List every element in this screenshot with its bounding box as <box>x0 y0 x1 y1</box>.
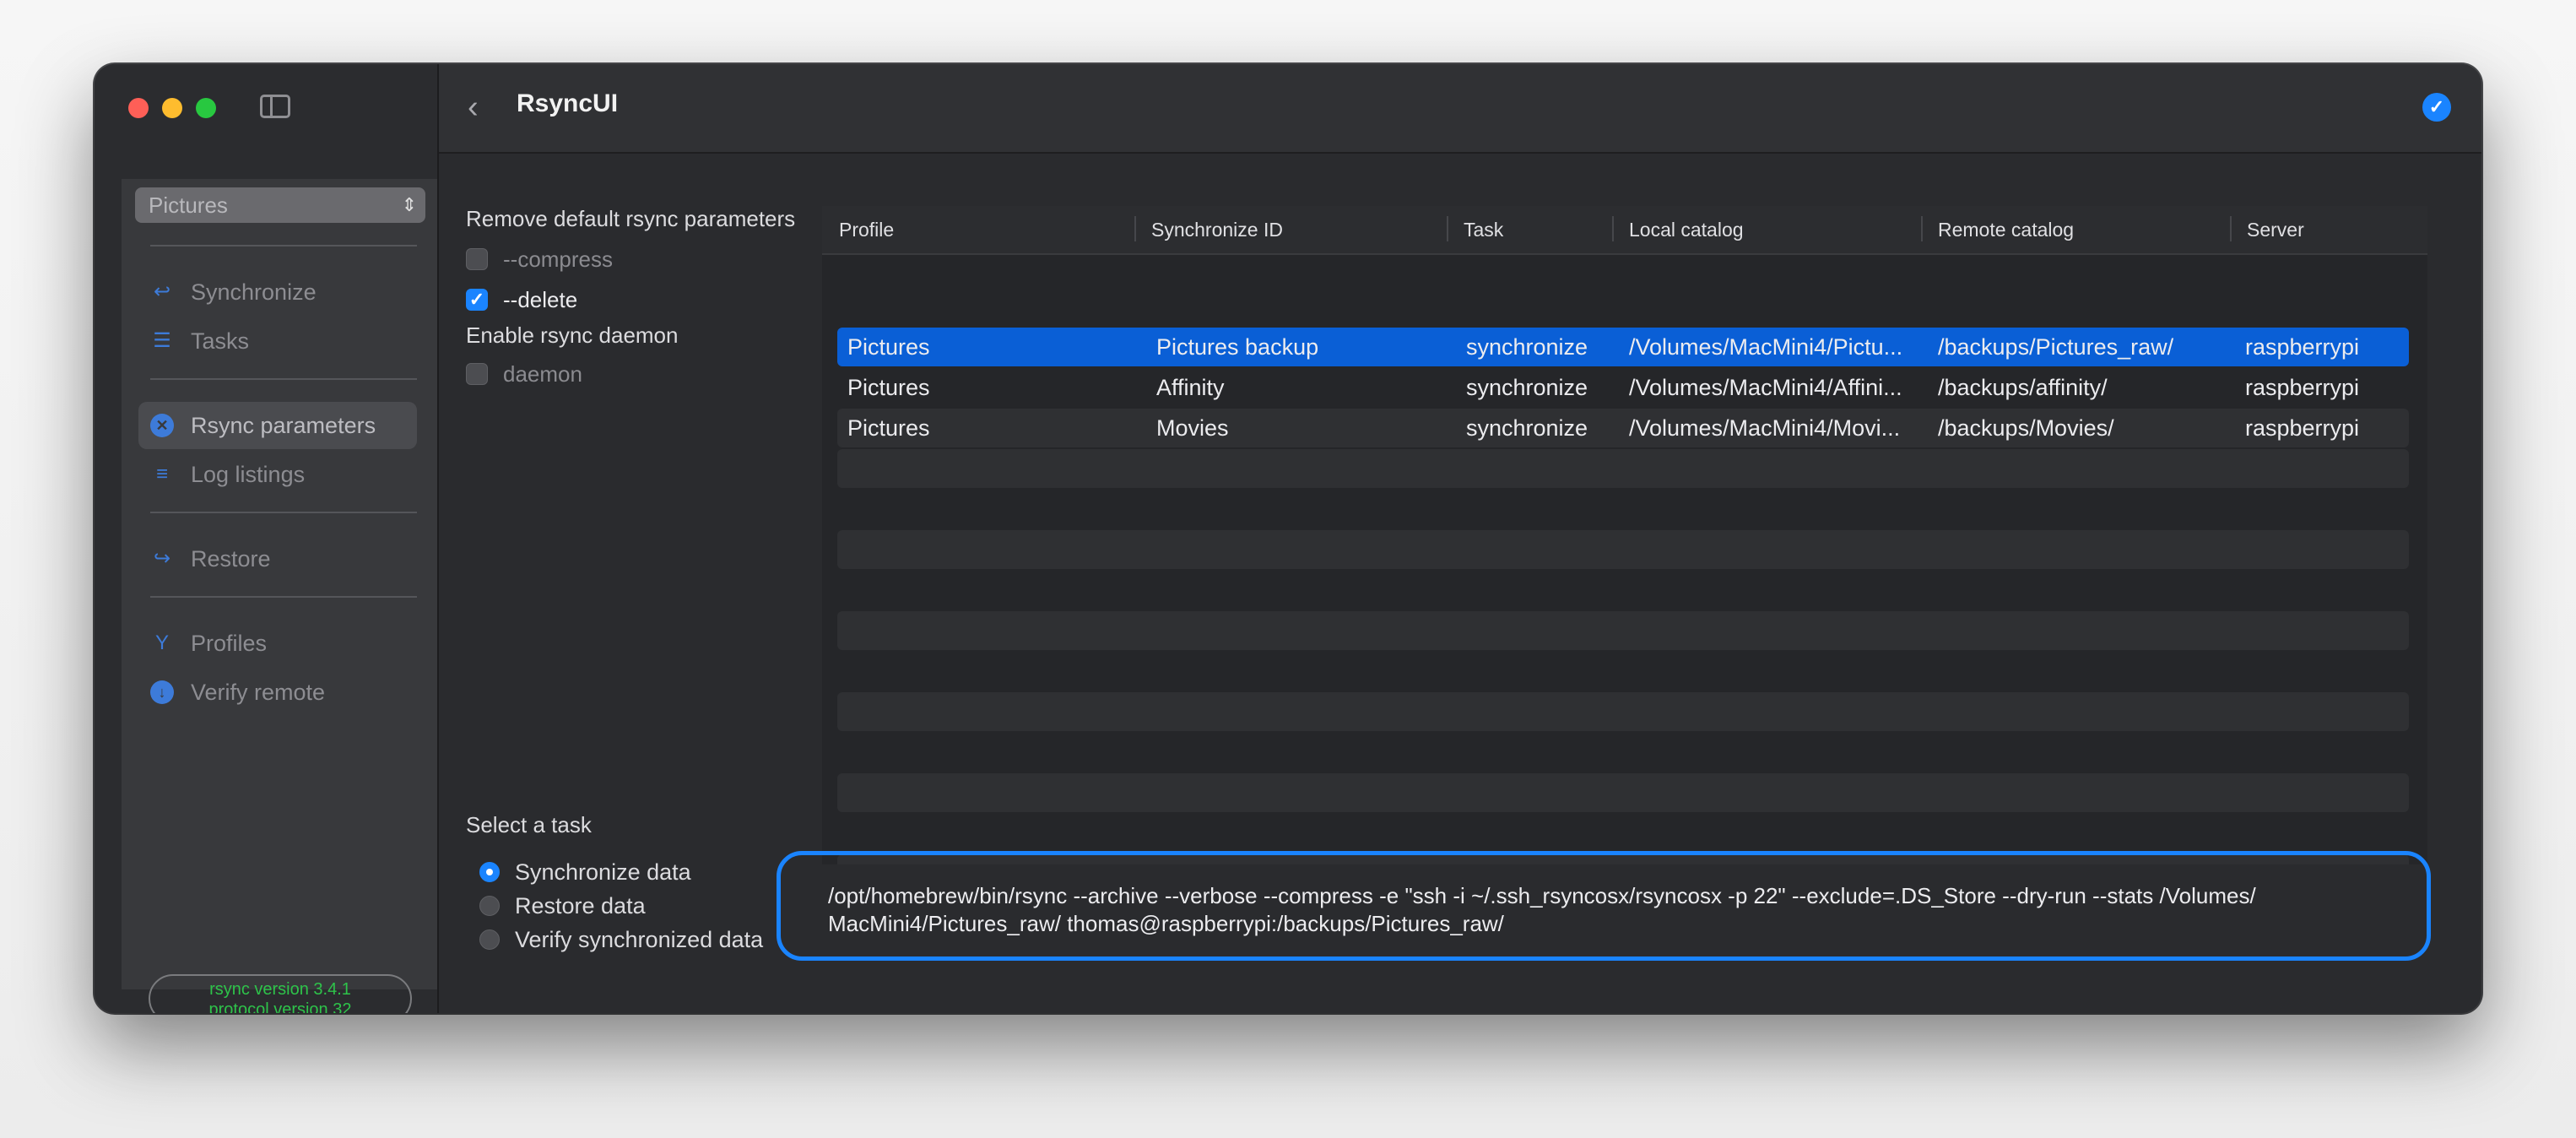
back-chevron-icon[interactable]: ‹ <box>468 91 488 123</box>
sidebar-item-label: Synchronize <box>191 279 317 305</box>
toolbar: ‹ RsyncUI ✓ <box>439 64 2481 154</box>
command-line-2: MacMini4/Pictures_raw/ thomas@raspberryp… <box>828 911 1504 936</box>
empty-table-row <box>837 530 2409 569</box>
checkmark-icon[interactable]: ✓ <box>2422 93 2451 122</box>
minimize-window-button[interactable] <box>162 98 182 118</box>
cell-task: synchronize <box>1466 375 1588 400</box>
remove-params-heading: Remove default rsync parameters <box>466 206 796 231</box>
sidebar-item-label: Log listings <box>191 462 306 487</box>
column-header-remote-catalog[interactable]: Remote catalog <box>1921 206 2230 253</box>
sidebar-item-label: Verify remote <box>191 680 326 705</box>
command-line-1: /opt/homebrew/bin/rsync --archive --verb… <box>828 883 2256 908</box>
tasks-table[interactable]: Profile Synchronize ID Task Local catalo… <box>822 206 2427 864</box>
sidebar: Pictures ⇕ ↩ Synchronize ☰ Tasks ✕ Rsync… <box>122 179 437 1013</box>
sidebar-item-restore[interactable]: ↪ Restore <box>138 535 417 583</box>
restore-radio-label: Restore data <box>515 893 646 919</box>
log-lines-icon: ≡ <box>155 463 168 485</box>
synchronize-radio[interactable] <box>479 862 500 882</box>
chevron-updown-icon: ⇕ <box>401 194 417 215</box>
sidebar-item-label: Tasks <box>191 328 250 354</box>
column-header-task[interactable]: Task <box>1447 206 1612 253</box>
select-task-heading: Select a task <box>466 812 592 837</box>
column-header-local-catalog[interactable]: Local catalog <box>1612 206 1921 253</box>
table-row[interactable]: Pictures Affinity synchronize /Volumes/M… <box>837 368 2409 407</box>
cell-remote-catalog: /backups/Pictures_raw/ <box>1938 334 2174 360</box>
sidebar-item-log-listings[interactable]: ≡ Log listings <box>138 451 417 498</box>
sidebar-item-label: Restore <box>191 546 271 572</box>
daemon-checkbox[interactable] <box>466 363 488 385</box>
tasks-list-icon: ☰ <box>153 329 171 352</box>
cell-synchronize-id: Movies <box>1156 415 1229 441</box>
sidebar-item-label: Rsync parameters <box>191 413 376 438</box>
daemon-heading: Enable rsync daemon <box>466 322 679 348</box>
app-title: RsyncUI <box>517 89 619 117</box>
zoom-window-button[interactable] <box>196 98 216 118</box>
cell-local-catalog: /Volumes/MacMini4/Pictu... <box>1629 334 1903 360</box>
protocol-version-text: protocol version 32 <box>208 1000 352 1013</box>
empty-table-row <box>837 611 2409 650</box>
restore-arrow-icon: ↪ <box>153 547 171 570</box>
parameters-icon: ✕ <box>150 414 174 437</box>
sidebar-item-rsync-parameters[interactable]: ✕ Rsync parameters <box>138 402 417 449</box>
restore-radio[interactable] <box>479 896 500 916</box>
column-header-synchronize-id[interactable]: Synchronize ID <box>1134 206 1447 253</box>
sidebar-divider <box>150 245 417 247</box>
profile-picker[interactable]: Pictures ⇕ <box>135 187 425 223</box>
cell-synchronize-id: Affinity <box>1156 375 1225 400</box>
close-window-button[interactable] <box>128 98 149 118</box>
delete-label: --delete <box>503 287 578 312</box>
sidebar-item-profiles[interactable]: Y Profiles <box>138 620 417 667</box>
cell-server: raspberrypi <box>2245 375 2360 400</box>
profile-picker-value: Pictures <box>149 192 228 218</box>
sync-arrow-icon: ↩ <box>153 280 171 303</box>
synchronize-radio-label: Synchronize data <box>515 859 691 885</box>
compress-checkbox[interactable] <box>466 248 488 270</box>
column-header-profile[interactable]: Profile <box>822 206 1134 253</box>
sidebar-toggle-icon[interactable] <box>260 95 290 118</box>
empty-table-row <box>837 692 2409 731</box>
rsync-version-badge[interactable]: rsync version 3.4.1 protocol version 32 <box>149 974 412 1013</box>
rsync-command-box[interactable]: /opt/homebrew/bin/rsync --archive --verb… <box>777 851 2431 961</box>
cell-task: synchronize <box>1466 334 1588 360</box>
sidebar-divider <box>150 596 417 598</box>
table-row-selected[interactable]: Pictures Pictures backup synchronize /Vo… <box>837 328 2409 366</box>
compress-label: --compress <box>503 247 614 272</box>
app-window: Pictures ⇕ ↩ Synchronize ☰ Tasks ✕ Rsync… <box>95 64 2481 1013</box>
empty-table-row <box>837 449 2409 488</box>
profiles-fork-icon: Y <box>154 631 169 654</box>
verify-remote-icon: ↓ <box>150 680 174 704</box>
cell-local-catalog: /Volumes/MacMini4/Movi... <box>1629 415 1901 441</box>
table-row[interactable]: Pictures Movies synchronize /Volumes/Mac… <box>837 409 2409 447</box>
sidebar-item-tasks[interactable]: ☰ Tasks <box>138 317 417 365</box>
sidebar-column: Pictures ⇕ ↩ Synchronize ☰ Tasks ✕ Rsync… <box>95 64 439 1013</box>
empty-table-row <box>837 773 2409 812</box>
sidebar-divider <box>150 378 417 380</box>
daemon-label: daemon <box>503 361 582 387</box>
cell-profile: Pictures <box>847 375 930 400</box>
rsync-version-text: rsync version 3.4.1 <box>209 980 351 999</box>
table-header: Profile Synchronize ID Task Local catalo… <box>822 206 2427 255</box>
cell-remote-catalog: /backups/affinity/ <box>1938 375 2108 400</box>
sidebar-item-verify-remote[interactable]: ↓ Verify remote <box>138 669 417 716</box>
cell-remote-catalog: /backups/Movies/ <box>1938 415 2114 441</box>
cell-profile: Pictures <box>847 334 930 360</box>
cell-server: raspberrypi <box>2245 334 2360 360</box>
verify-radio-label: Verify synchronized data <box>515 927 764 952</box>
column-header-server[interactable]: Server <box>2230 206 2427 253</box>
sidebar-item-label: Profiles <box>191 631 268 656</box>
sidebar-item-synchronize[interactable]: ↩ Synchronize <box>138 268 417 316</box>
cell-synchronize-id: Pictures backup <box>1156 334 1319 360</box>
verify-radio[interactable] <box>479 929 500 950</box>
cell-task: synchronize <box>1466 415 1588 441</box>
cell-server: raspberrypi <box>2245 415 2360 441</box>
cell-local-catalog: /Volumes/MacMini4/Affini... <box>1629 375 1902 400</box>
cell-profile: Pictures <box>847 415 930 441</box>
sidebar-divider <box>150 512 417 513</box>
delete-checkbox[interactable]: ✓ <box>466 289 488 311</box>
